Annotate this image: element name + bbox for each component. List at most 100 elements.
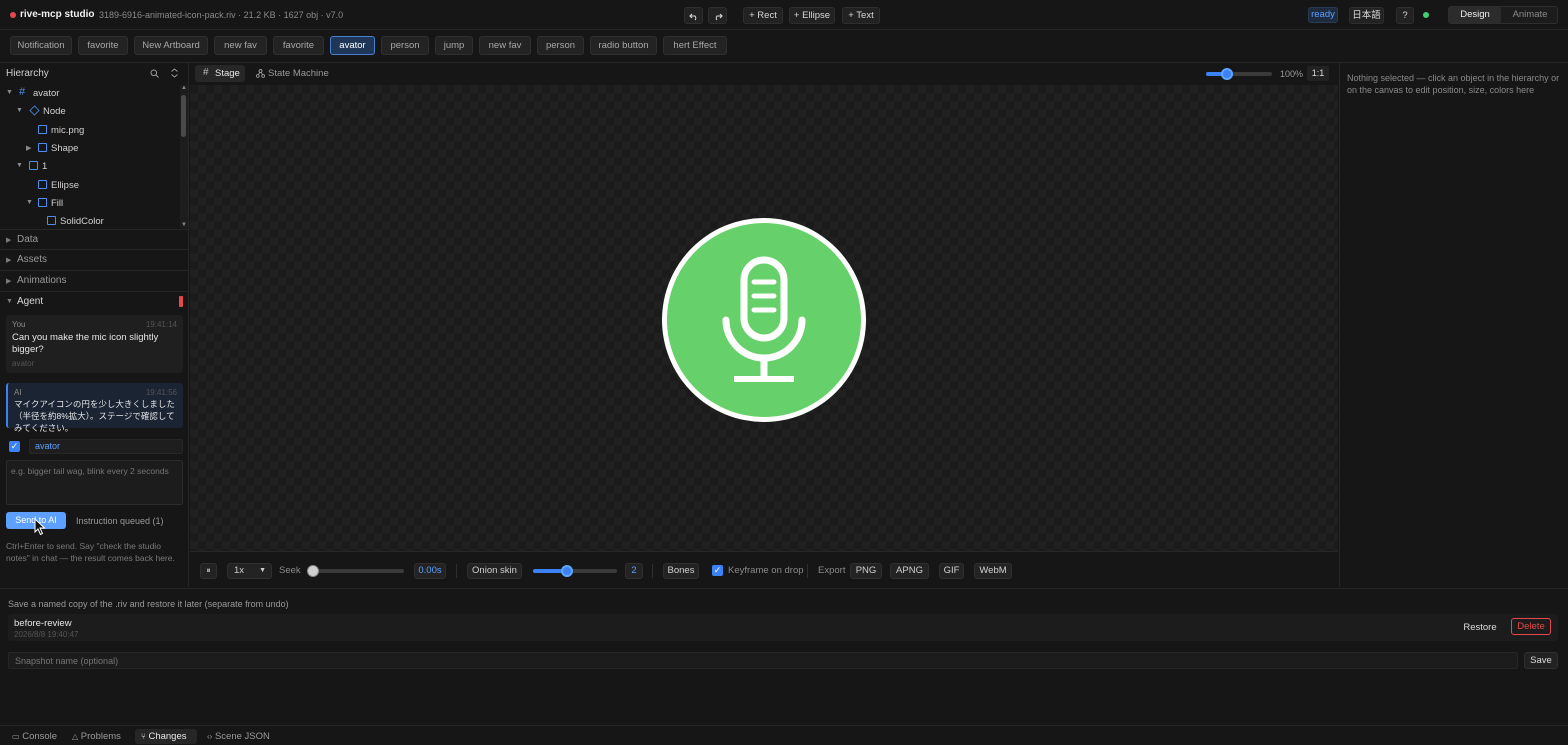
shape-icon	[38, 180, 47, 189]
section-agent[interactable]: ▼ Agent	[0, 291, 189, 311]
tree-item[interactable]: ▼ Fill	[0, 195, 178, 213]
tree-item[interactable]: Ellipse	[0, 177, 178, 195]
mode-animate-button[interactable]: Animate	[1503, 7, 1557, 23]
shape-icon	[38, 143, 47, 152]
target-checkbox[interactable]: ✓	[9, 441, 20, 452]
artboard-tab[interactable]: jump	[435, 36, 473, 55]
chevron-right-icon[interactable]: ▶	[26, 144, 31, 152]
stage-tabs: # Stage State Machine 100% 1:1	[190, 63, 1338, 85]
keyframe-on-drop-label: Keyframe on drop	[728, 565, 804, 576]
tab-stage[interactable]: # Stage	[195, 65, 245, 82]
fit-1-1-button[interactable]: 1:1	[1307, 66, 1329, 81]
mode-toggle: Design Animate	[1448, 6, 1558, 24]
add-ellipse-button[interactable]: + Ellipse	[789, 7, 835, 24]
language-button[interactable]: 日本語	[1349, 7, 1384, 24]
shape-icon	[38, 198, 47, 207]
inspector-empty-text: Nothing selected — click an object in th…	[1347, 73, 1560, 95]
image-icon	[38, 125, 47, 134]
tree-item-label: 1	[42, 161, 48, 172]
artboard-tab[interactable]: hert Effect	[663, 36, 727, 55]
chevron-down-icon[interactable]: ▼	[16, 162, 23, 169]
left-panel: Hierarchy ▼ # avator ▼ Node mic.png ▶ Sh…	[0, 63, 189, 587]
tab-label: Console	[22, 731, 58, 742]
artboard-tab[interactable]: favorite	[78, 36, 128, 55]
artboard-tab[interactable]: person	[537, 36, 584, 55]
section-data[interactable]: ▶ Data	[0, 229, 189, 249]
collapse-expand-icon[interactable]	[170, 68, 179, 78]
target-field[interactable]: avator	[29, 439, 183, 454]
tree-item[interactable]: SolidColor	[0, 213, 178, 227]
scroll-down-icon[interactable]: ▼	[181, 222, 187, 228]
onion-slider-knob[interactable]	[560, 565, 573, 577]
artboard-tab[interactable]: favorite	[273, 36, 324, 55]
search-icon[interactable]	[150, 69, 159, 78]
tree-item-label: Fill	[51, 198, 64, 209]
section-label: Assets	[17, 254, 48, 265]
onion-count[interactable]: 2	[625, 563, 643, 579]
speed-value: 1x	[234, 565, 245, 576]
restore-button[interactable]: Restore	[1460, 620, 1500, 636]
bones-button[interactable]: Bones	[663, 563, 699, 579]
undo-button[interactable]	[684, 7, 703, 24]
add-text-button[interactable]: + Text	[842, 7, 880, 24]
redo-button[interactable]	[708, 7, 727, 24]
keyframe-on-drop-checkbox[interactable]: ✓	[712, 565, 723, 576]
artboard-tab[interactable]: Notification	[10, 36, 72, 55]
tab-scene-json[interactable]: ‹› Scene JSON	[207, 729, 270, 744]
snapshot-row[interactable]: before-review 2026/8/8 19:40:47 Restore …	[8, 614, 1558, 641]
help-button[interactable]: ?	[1396, 7, 1414, 24]
artboard-tab[interactable]: person	[381, 36, 429, 55]
agent-hint: Ctrl+Enter to send. Say "check the studi…	[6, 541, 175, 563]
section-animations[interactable]: ▶ Animations	[0, 270, 189, 290]
artboard-tab[interactable]: radio button	[590, 36, 657, 55]
stage-area: # Stage State Machine 100% 1:1 ⏸ 1x ▼ Se…	[190, 63, 1338, 587]
section-assets[interactable]: ▶ Assets	[0, 249, 189, 269]
export-gif-button[interactable]: GIF	[939, 563, 964, 579]
mode-design-button[interactable]: Design	[1449, 7, 1501, 23]
branch-icon: ⑂	[141, 732, 146, 741]
snapshots-panel: Save a named copy of the .riv and restor…	[0, 588, 1568, 725]
export-webm-button[interactable]: WebM	[974, 563, 1012, 579]
scrollbar-thumb[interactable]	[181, 95, 186, 137]
tab-changes[interactable]: ⑂ Changes	[135, 729, 197, 744]
speed-select[interactable]: 1x ▼	[227, 563, 272, 579]
zoom-slider-knob[interactable]	[1221, 68, 1234, 80]
onion-skin-button[interactable]: Onion skin	[467, 563, 522, 579]
export-png-button[interactable]: PNG	[850, 563, 882, 579]
seek-slider[interactable]	[312, 569, 404, 573]
tab-label: Changes	[148, 731, 187, 742]
divider	[807, 564, 808, 578]
chevron-right-icon: ▶	[6, 257, 12, 264]
tab-console[interactable]: ▭ Console	[12, 729, 57, 744]
tree-item[interactable]: ▶ Shape	[0, 140, 178, 158]
tab-state-machine[interactable]: State Machine	[253, 65, 333, 82]
tree-item[interactable]: mic.png	[0, 122, 178, 140]
artboard-tab-active[interactable]: avator	[330, 36, 375, 55]
artboard-tab[interactable]: New Artboard	[134, 36, 208, 55]
save-snapshot-button[interactable]: Save	[1524, 652, 1558, 669]
message-time: 19:41:14	[145, 320, 177, 329]
pause-button[interactable]: ⏸	[200, 563, 217, 579]
delete-button[interactable]: Delete	[1511, 618, 1551, 635]
tree-item[interactable]: ▼ # avator	[0, 85, 178, 103]
hierarchy-scrollbar[interactable]: ▲ ▼	[180, 85, 188, 228]
add-rect-button[interactable]: + Rect	[743, 7, 783, 24]
tree-item-label: avator	[33, 88, 60, 99]
tab-problems[interactable]: △ Problems	[72, 729, 121, 744]
console-icon: ▭	[12, 732, 20, 741]
instruction-input[interactable]	[6, 460, 183, 505]
mic-icon[interactable]	[660, 216, 868, 424]
snapshot-name-input[interactable]	[8, 652, 1518, 669]
chevron-down-icon[interactable]: ▼	[26, 199, 33, 206]
stage-canvas[interactable]	[190, 85, 1338, 551]
artboard-tab[interactable]: new fav	[479, 36, 531, 55]
chevron-down-icon[interactable]: ▼	[16, 107, 23, 114]
tree-item[interactable]: ▼ Node	[0, 103, 178, 121]
tree-item[interactable]: ▼ 1	[0, 158, 178, 176]
chevron-down-icon[interactable]: ▼	[6, 89, 13, 96]
export-apng-button[interactable]: APNG	[890, 563, 929, 579]
warning-icon: △	[72, 732, 79, 741]
seek-slider-knob[interactable]	[307, 565, 319, 577]
scroll-up-icon[interactable]: ▲	[181, 85, 187, 91]
artboard-tab[interactable]: new fav	[214, 36, 267, 55]
